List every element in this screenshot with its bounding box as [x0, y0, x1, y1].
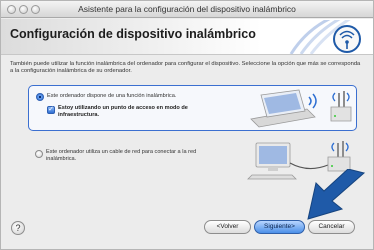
- option-wireless-computer[interactable]: Este ordenador dispone de una función in…: [28, 85, 357, 131]
- help-button[interactable]: ?: [11, 221, 25, 235]
- wireless-logo-icon: [289, 20, 361, 54]
- window-titlebar: Asistente para la configuración del disp…: [1, 1, 373, 18]
- installer-window: Asistente para la configuración del disp…: [0, 0, 374, 250]
- pointer-arrow-icon: [307, 169, 366, 220]
- back-button[interactable]: <Volver: [204, 220, 251, 234]
- option-wired-label-line2: inalámbrica.: [46, 156, 77, 162]
- radio-wireless-computer[interactable]: [36, 93, 44, 101]
- wizard-header: Configuración de dispositivo inalámbrico: [1, 19, 373, 55]
- laptop-access-point-illustration: [250, 89, 352, 128]
- checkbox-infrastructure-label-line2: infraestructura.: [58, 112, 100, 118]
- radio-wired-computer[interactable]: [35, 150, 43, 158]
- page-title: Configuración de dispositivo inalámbrico: [10, 27, 256, 41]
- window-title: Asistente para la configuración del disp…: [78, 4, 296, 14]
- checkbox-infrastructure[interactable]: ✓: [47, 106, 55, 114]
- intro-text: También puede utilizar la función inalám…: [10, 61, 361, 74]
- option-wired-label-line1: Este ordenador utiliza un cable de red p…: [46, 149, 197, 155]
- checkbox-infrastructure-label-line1: Estoy utilizando un punto de acceso en m…: [58, 105, 188, 111]
- option-wireless-label: Este ordenador dispone de una función in…: [47, 93, 177, 99]
